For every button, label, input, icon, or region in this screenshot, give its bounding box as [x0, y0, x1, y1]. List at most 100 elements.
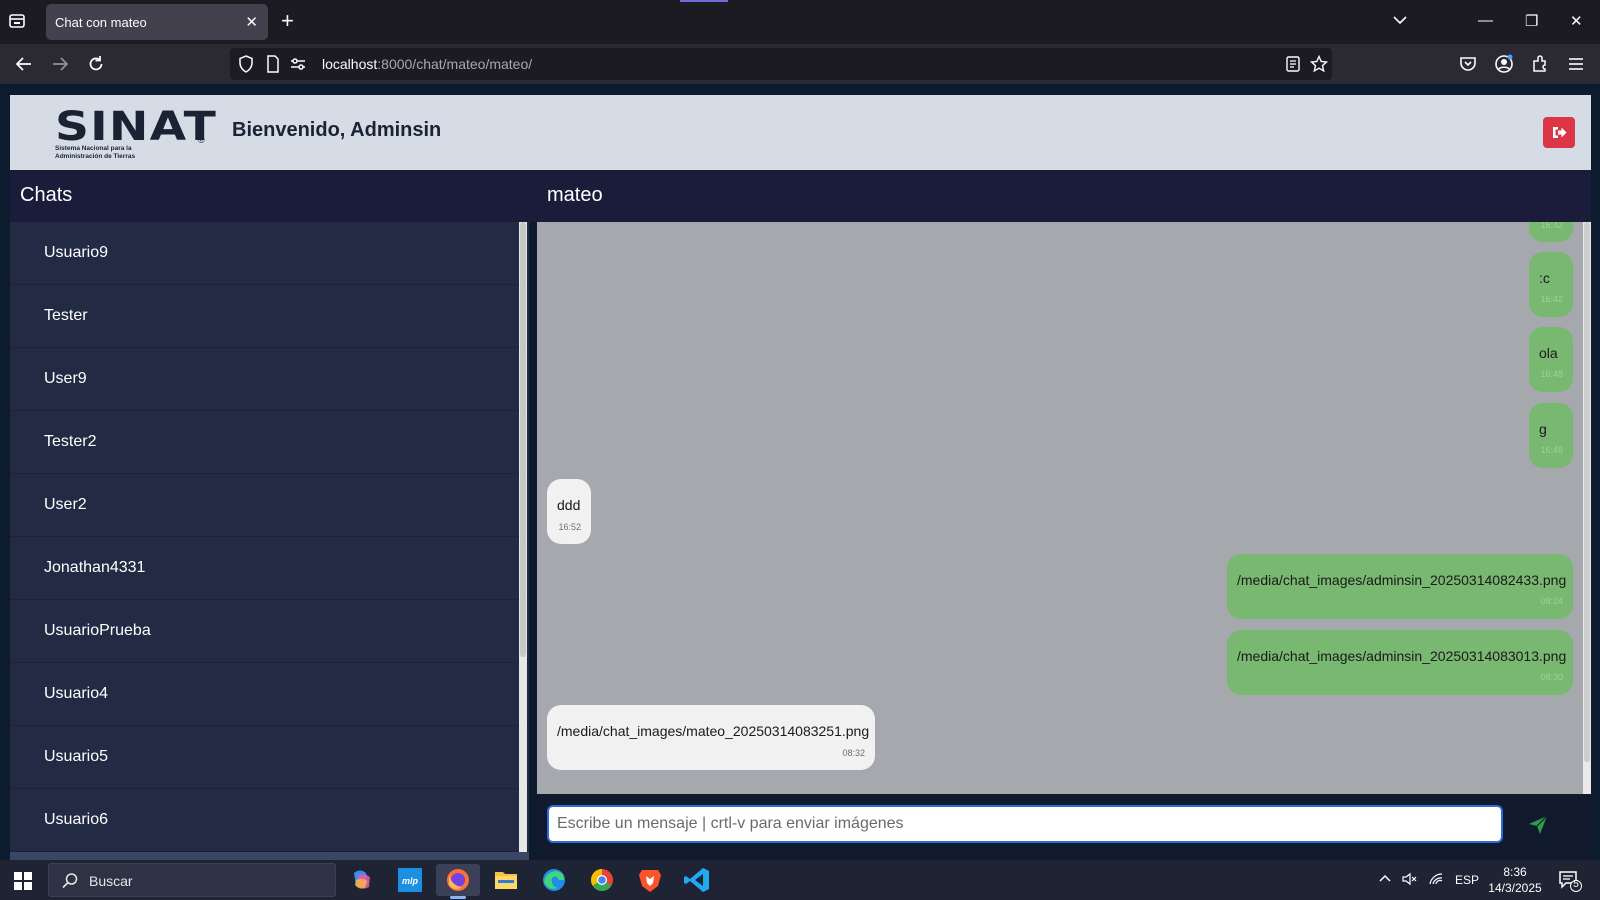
message-text: /media/chat_images/mateo_20250314083251.… — [557, 723, 870, 739]
chat-list-scrollbar[interactable] — [519, 222, 527, 852]
chat-item-tester2[interactable]: Tester2 — [10, 411, 529, 474]
menu-icon[interactable] — [1566, 54, 1586, 74]
back-icon[interactable] — [14, 54, 34, 74]
chat-item-label: Tester2 — [44, 433, 97, 450]
new-tab-button[interactable]: + — [281, 9, 294, 33]
file-explorer-icon[interactable] — [484, 864, 528, 896]
edge-app-icon[interactable] — [532, 864, 576, 896]
message-bubble-sent[interactable]: 16:42 — [1529, 222, 1573, 242]
pocket-icon[interactable] — [1458, 54, 1478, 74]
sign-out-icon — [1553, 127, 1567, 138]
taskbar: Buscar mlp ESP 8:36 14/3/2025 5 — [0, 860, 1600, 900]
message-area: 16:42 :c 16:42 ola 16:48 g 16:48 ddd 16:… — [537, 222, 1583, 794]
message-bubble-sent[interactable]: g 16:48 — [1529, 403, 1573, 468]
bookmark-star-icon[interactable] — [1309, 54, 1329, 78]
chat-item-tester[interactable]: Tester — [10, 285, 529, 348]
maximize-button[interactable]: ❐ — [1525, 12, 1538, 30]
notification-count: 5 — [1573, 879, 1579, 890]
copilot-app-icon[interactable] — [340, 864, 384, 896]
chat-item-label: Usuario4 — [44, 685, 109, 702]
volume-muted-icon[interactable] — [1402, 872, 1418, 889]
search-icon — [61, 872, 79, 895]
taskbar-clock[interactable]: 8:36 14/3/2025 — [1486, 864, 1544, 896]
chats-title: Chats — [20, 184, 73, 206]
chat-item-label: User2 — [44, 496, 87, 513]
chat-item-usuarioprueba[interactable]: UsuarioPrueba — [10, 600, 529, 663]
message-text: ddd — [557, 497, 581, 513]
tray-expand-icon[interactable] — [1378, 872, 1392, 889]
account-icon[interactable] — [1494, 54, 1514, 74]
message-bubble-sent[interactable]: ola 16:48 — [1529, 327, 1573, 392]
svg-text:mlp: mlp — [402, 876, 419, 886]
reader-view-icon[interactable] — [1286, 56, 1300, 77]
tab-title: Chat con mateo — [55, 15, 147, 30]
language-indicator[interactable]: ESP — [1455, 873, 1479, 887]
wifi-icon[interactable] — [1428, 872, 1444, 889]
reload-icon[interactable] — [86, 54, 106, 74]
search-label: Buscar — [89, 873, 133, 889]
message-input[interactable] — [547, 805, 1503, 843]
logout-button[interactable] — [1543, 117, 1575, 148]
chats-header: Chats — [10, 170, 529, 222]
logo-word: SINAT — [55, 104, 218, 150]
chat-item-usuario9[interactable]: Usuario9 — [10, 222, 529, 285]
chrome-app-icon[interactable] — [580, 864, 624, 896]
chat-item-usuario5[interactable]: Usuario5 — [10, 726, 529, 789]
message-time: 08:24 — [1540, 596, 1563, 606]
chat-item-label: Jonathan4331 — [44, 559, 146, 576]
brave-app-icon[interactable] — [628, 864, 672, 896]
message-time: 16:48 — [1540, 445, 1563, 455]
firefox-app-icon[interactable] — [436, 864, 480, 899]
shield-icon[interactable] — [238, 55, 254, 78]
mlp-app-icon[interactable]: mlp — [388, 864, 432, 896]
site-header: SINAT Sistema Nacional para la Administr… — [10, 95, 1591, 170]
chat-list-scroll-thumb[interactable] — [520, 222, 526, 657]
conversation-header: mateo — [529, 170, 1591, 222]
message-text: g — [1539, 421, 1547, 437]
chat-item-user2[interactable]: User2 — [10, 474, 529, 537]
chat-item-label: Tester — [44, 307, 88, 324]
message-time: 16:48 — [1540, 369, 1563, 379]
welcome-title: Bienvenido, Adminsin — [232, 119, 442, 141]
message-bubble-received[interactable]: ddd 16:52 — [547, 479, 591, 544]
window-close-button[interactable]: ✕ — [1570, 12, 1583, 30]
page-icon[interactable] — [266, 55, 280, 78]
message-scroll-thumb[interactable] — [1584, 222, 1590, 762]
message-text: /media/chat_images/adminsin_202503140830… — [1237, 648, 1567, 664]
url-text[interactable]: localhost:8000/chat/mateo/mateo/ — [322, 56, 532, 72]
browser-tab[interactable]: Chat con mateo ✕ — [46, 4, 268, 40]
conversation-title: mateo — [547, 184, 603, 206]
windows-start-icon[interactable] — [14, 872, 32, 890]
notification-center-icon[interactable]: 5 — [1558, 869, 1582, 898]
chat-list: Usuario9 Tester User9 Tester2 User2 Jona… — [10, 222, 529, 852]
chevron-down-icon[interactable] — [1392, 12, 1408, 33]
sinat-logo[interactable]: SINAT Sistema Nacional para la Administr… — [55, 107, 216, 161]
extensions-icon[interactable] — [1530, 54, 1550, 74]
chat-item-usuario6[interactable]: Usuario6 — [10, 789, 529, 852]
url-host: localhost — [322, 56, 378, 72]
chat-item-usuario4[interactable]: Usuario4 — [10, 663, 529, 726]
clock-date: 14/3/2025 — [1488, 881, 1542, 895]
send-button[interactable] — [1527, 814, 1549, 836]
vscode-app-icon[interactable] — [676, 864, 720, 896]
permissions-icon[interactable] — [290, 57, 306, 76]
message-bubble-sent[interactable]: /media/chat_images/adminsin_202503140830… — [1227, 630, 1573, 695]
tab-list-icon[interactable] — [8, 12, 30, 32]
tab-close-icon[interactable]: ✕ — [245, 13, 258, 31]
clock-time: 8:36 — [1503, 865, 1527, 879]
forward-icon[interactable] — [50, 54, 70, 74]
url-bar[interactable]: localhost:8000/chat/mateo/mateo/ — [230, 48, 1332, 80]
chat-item-jonathan4331[interactable]: Jonathan4331 — [10, 537, 529, 600]
message-bubble-sent[interactable]: /media/chat_images/adminsin_202503140824… — [1227, 554, 1573, 619]
message-bubble-received[interactable]: /media/chat_images/mateo_20250314083251.… — [547, 705, 875, 770]
chat-item-label: User9 — [44, 370, 87, 387]
browser-nav-bar: localhost:8000/chat/mateo/mateo/ — [0, 44, 1600, 84]
message-bubble-sent[interactable]: :c 16:42 — [1529, 252, 1573, 317]
chat-item-user9[interactable]: User9 — [10, 348, 529, 411]
minimize-button[interactable]: — — [1478, 12, 1493, 29]
send-icon — [1529, 815, 1548, 834]
chat-item-label: UsuarioPrueba — [44, 622, 151, 639]
message-area-scrollbar[interactable] — [1583, 222, 1591, 794]
taskbar-search[interactable]: Buscar — [48, 863, 336, 897]
chat-item-label: Usuario6 — [44, 811, 109, 828]
